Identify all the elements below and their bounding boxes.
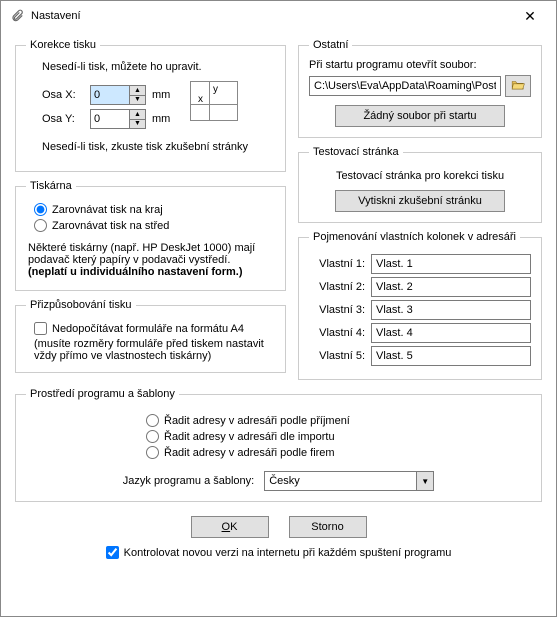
col5-label: Vlastní 5:: [309, 350, 365, 362]
group-tiskarna: Tiskárna Zarovnávat tisk na kraj Zarovná…: [15, 180, 286, 291]
close-button[interactable]: ✕: [510, 2, 550, 30]
startup-file-input[interactable]: [309, 76, 501, 96]
group-prostredi: Prostředí programu a šablony Řadit adres…: [15, 388, 542, 502]
cancel-button[interactable]: Storno: [289, 516, 367, 538]
content-area: Korekce tisku Nesedí-li tisk, můžete ho …: [1, 31, 556, 616]
radio-align-edge-label: Zarovnávat tisk na kraj: [52, 204, 163, 216]
osa-y-input[interactable]: ▲ ▼: [90, 109, 146, 129]
group-ostatni: Ostatní Při startu programu otevřít soub…: [298, 39, 542, 138]
check-updates-label: Kontrolovat novou verzi na internetu při…: [124, 547, 452, 559]
osa-x-label: Osa X:: [42, 89, 84, 101]
paperclip-icon: [9, 8, 25, 24]
browse-button[interactable]: [505, 75, 531, 97]
legend-columns: Pojmenování vlastních kolonek v adresáři: [309, 231, 520, 243]
spin-up-icon[interactable]: ▲: [130, 86, 145, 96]
legend-ostatni: Ostatní: [309, 39, 352, 51]
group-korekce-tisku: Korekce tisku Nesedí-li tisk, můžete ho …: [15, 39, 286, 172]
lang-label: Jazyk programu a šablony:: [123, 475, 254, 487]
lang-value: Česky: [265, 475, 416, 487]
prizp-note: (musíte rozměry formuláře před tiskem na…: [34, 338, 275, 362]
lang-combo[interactable]: Česky ▼: [264, 471, 434, 491]
radio-sort-import-label: Řadit adresy v adresáři dle importu: [164, 431, 335, 443]
korekce-note-top: Nesedí-li tisk, můžete ho upravit.: [42, 61, 275, 73]
osa-x-input[interactable]: ▲ ▼: [90, 85, 146, 105]
group-columns: Pojmenování vlastních kolonek v adresáři…: [298, 231, 542, 380]
titlebar: Nastavení ✕: [1, 1, 556, 31]
check-nedopocitavat[interactable]: [34, 322, 47, 335]
radio-align-center[interactable]: [34, 219, 47, 232]
test-note: Testovací stránka pro korekci tisku: [309, 170, 531, 182]
osa-x-value[interactable]: [91, 86, 129, 104]
legend-test: Testovací stránka: [309, 146, 403, 158]
col3-label: Vlastní 3:: [309, 304, 365, 316]
radio-align-center-label: Zarovnávat tisk na střed: [52, 220, 169, 232]
legend-tiskarna: Tiskárna: [26, 180, 76, 192]
printer-note: Některé tiskárny (např. HP DeskJet 1000)…: [28, 242, 273, 278]
col1-label: Vlastní 1:: [309, 258, 365, 270]
radio-sort-surname-label: Řadit adresy v adresáři podle příjmení: [164, 415, 350, 427]
check-updates[interactable]: [106, 546, 119, 559]
col4-input[interactable]: [371, 323, 531, 343]
open-file-label: Při startu programu otevřít soubor:: [309, 59, 531, 71]
radio-align-edge[interactable]: [34, 203, 47, 216]
col3-input[interactable]: [371, 300, 531, 320]
chevron-down-icon[interactable]: ▼: [416, 472, 433, 490]
group-testovaci: Testovací stránka Testovací stránka pro …: [298, 146, 542, 223]
close-icon: ✕: [524, 8, 536, 25]
check-nedopocitavat-label: Nedopočítávat formuláře na formátu A4: [52, 323, 244, 335]
radio-sort-import[interactable]: [146, 430, 159, 443]
ok-button[interactable]: OK: [191, 516, 269, 538]
legend-korekce: Korekce tisku: [26, 39, 100, 51]
radio-sort-company[interactable]: [146, 446, 159, 459]
settings-window: Nastavení ✕ Korekce tisku Nesedí-li tisk…: [0, 0, 557, 617]
unit-mm: mm: [152, 113, 176, 125]
osa-y-value[interactable]: [91, 110, 129, 128]
axis-diagram: y x: [190, 81, 238, 121]
osa-y-label: Osa Y:: [42, 113, 84, 125]
legend-prizp: Přizpůsobování tisku: [26, 299, 136, 311]
col2-input[interactable]: [371, 277, 531, 297]
radio-sort-surname[interactable]: [146, 414, 159, 427]
no-file-button[interactable]: Žádný soubor při startu: [335, 105, 505, 127]
col1-input[interactable]: [371, 254, 531, 274]
spin-down-icon[interactable]: ▼: [130, 96, 145, 105]
unit-mm: mm: [152, 89, 176, 101]
group-prizpusobovani: Přizpůsobování tisku Nedopočítávat formu…: [15, 299, 286, 373]
col4-label: Vlastní 4:: [309, 327, 365, 339]
print-test-button[interactable]: Vytiskni zkušební stránku: [335, 190, 505, 212]
folder-open-icon: [511, 79, 525, 94]
korekce-note-bottom: Nesedí-li tisk, zkuste tisk zkušební str…: [42, 141, 275, 153]
legend-prostredi: Prostředí programu a šablony: [26, 388, 179, 400]
window-title: Nastavení: [31, 10, 510, 22]
radio-sort-company-label: Řadit adresy v adresáři podle firem: [164, 447, 335, 459]
spin-down-icon[interactable]: ▼: [130, 120, 145, 129]
col5-input[interactable]: [371, 346, 531, 366]
col2-label: Vlastní 2:: [309, 281, 365, 293]
spin-up-icon[interactable]: ▲: [130, 110, 145, 120]
